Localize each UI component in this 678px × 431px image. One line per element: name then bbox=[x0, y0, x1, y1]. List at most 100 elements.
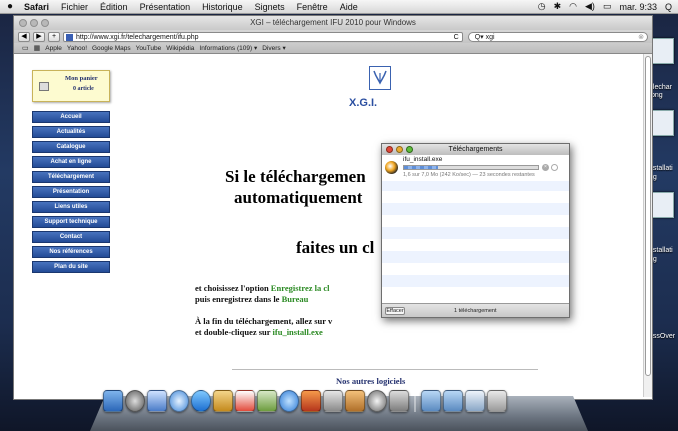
installer-file-icon bbox=[385, 161, 398, 174]
battery-icon[interactable]: ▭ bbox=[603, 1, 612, 12]
nav-nos-references[interactable]: Nos références bbox=[32, 246, 110, 258]
clear-search-icon[interactable]: ⊗ bbox=[638, 33, 644, 42]
menu-fenetre[interactable]: Fenêtre bbox=[291, 2, 334, 12]
download-progress-bar bbox=[403, 165, 539, 170]
downloads-list: ifu_install.exe × 1,6 sur 7,0 Mo (242 Ko… bbox=[382, 155, 569, 304]
ical-icon[interactable] bbox=[235, 390, 255, 412]
divider bbox=[232, 369, 538, 370]
menu-edition[interactable]: Édition bbox=[94, 2, 134, 12]
dashboard-icon[interactable] bbox=[125, 390, 145, 412]
downloads-count: 1 téléchargement bbox=[454, 308, 497, 314]
volume-icon[interactable]: ◀) bbox=[585, 1, 595, 12]
iphoto-icon[interactable] bbox=[257, 390, 277, 412]
add-bookmark-button[interactable]: + bbox=[48, 31, 60, 42]
close-downloads-icon[interactable] bbox=[386, 146, 393, 153]
instruction-line-2: puis enregistrez dans le Bureau bbox=[195, 294, 308, 304]
minimize-window-icon[interactable] bbox=[30, 19, 38, 27]
menu-presentation[interactable]: Présentation bbox=[134, 2, 197, 12]
mail-icon[interactable] bbox=[147, 390, 167, 412]
bookmark-wikipedia[interactable]: Wikipédia bbox=[166, 45, 194, 52]
downloads-titlebar[interactable]: Téléchargements bbox=[382, 144, 569, 155]
zoom-window-icon[interactable] bbox=[41, 19, 49, 27]
bookmark-yahoo[interactable]: Yahoo! bbox=[67, 45, 87, 52]
minimize-downloads-icon[interactable] bbox=[396, 146, 403, 153]
address-text: http://www.xgi.fr/telechargement/ifu.php bbox=[76, 33, 199, 41]
stop-download-icon[interactable]: × bbox=[542, 164, 549, 171]
nav-contact[interactable]: Contact bbox=[32, 231, 110, 243]
system-preferences-icon[interactable] bbox=[389, 390, 409, 412]
back-button[interactable]: ◀ bbox=[18, 31, 30, 42]
cart-icon bbox=[39, 82, 49, 91]
reveal-in-finder-icon[interactable] bbox=[551, 164, 558, 171]
zoom-downloads-icon[interactable] bbox=[406, 146, 413, 153]
reading-list-icon[interactable]: ▭ bbox=[22, 44, 29, 52]
scrollbar-thumb[interactable] bbox=[645, 56, 651, 376]
nav-plan-du-site[interactable]: Plan du site bbox=[32, 261, 110, 273]
bookmark-apple[interactable]: Apple bbox=[45, 45, 62, 52]
spotlight-icon[interactable]: Q bbox=[665, 2, 672, 12]
menu-historique[interactable]: Historique bbox=[196, 2, 249, 12]
cart-box[interactable]: Mon panier 0 article bbox=[32, 70, 110, 102]
bureau-text: Bureau bbox=[281, 294, 309, 304]
nav-support-technique[interactable]: Support technique bbox=[32, 216, 110, 228]
downloads-stack-icon[interactable] bbox=[465, 390, 485, 412]
menu-signets[interactable]: Signets bbox=[249, 2, 291, 12]
instruction-text: et double-cliquez sur bbox=[195, 327, 273, 337]
guitar-app-icon[interactable] bbox=[345, 390, 365, 412]
page-scrollbar[interactable] bbox=[643, 54, 652, 397]
forward-button[interactable]: ▶ bbox=[33, 31, 45, 42]
trash-icon[interactable] bbox=[487, 390, 507, 412]
wifi-icon[interactable]: ◠ bbox=[569, 1, 577, 12]
search-field[interactable]: Q▾ xgi ⊗ bbox=[467, 31, 648, 42]
safari-icon[interactable] bbox=[169, 390, 189, 412]
other-software-link[interactable]: Nos autres logiciels bbox=[336, 376, 405, 386]
nav-liens-utiles[interactable]: Liens utiles bbox=[32, 201, 110, 213]
close-window-icon[interactable] bbox=[19, 19, 27, 27]
bluetooth-icon[interactable]: ✱ bbox=[554, 1, 562, 12]
installer-filename: ifu_install.exe bbox=[272, 327, 323, 337]
menu-fichier[interactable]: Fichier bbox=[55, 2, 94, 12]
finder-icon[interactable] bbox=[103, 390, 123, 412]
bookmark-google-maps[interactable]: Google Maps bbox=[92, 45, 131, 52]
time-machine-icon[interactable]: ◷ bbox=[538, 1, 546, 12]
brand-name: X.G.I. bbox=[349, 97, 378, 109]
site-nav: Accueil Actualités Catalogue Achat en li… bbox=[32, 111, 110, 276]
downloads-title: Téléchargements bbox=[448, 146, 503, 153]
instruction-line-1: et choisissez l'option Enregistrez la cl bbox=[195, 283, 330, 293]
xgi-logo[interactable] bbox=[369, 66, 391, 90]
apple-menu-icon[interactable]: ● bbox=[2, 1, 18, 12]
reload-icon[interactable]: C bbox=[454, 33, 459, 42]
menu-aide[interactable]: Aide bbox=[334, 2, 364, 12]
downloads-window: Téléchargements ifu_install.exe × 1,6 su… bbox=[381, 143, 570, 318]
documents-folder-icon[interactable] bbox=[443, 390, 463, 412]
garageband-icon[interactable] bbox=[323, 390, 343, 412]
photo-booth-icon[interactable] bbox=[301, 390, 321, 412]
search-field-value: Q▾ xgi bbox=[474, 33, 495, 41]
time-machine-dock-icon[interactable] bbox=[367, 390, 387, 412]
download-item[interactable]: ifu_install.exe × 1,6 sur 7,0 Mo (242 Ko… bbox=[382, 155, 569, 181]
nav-achat-en-ligne[interactable]: Achat en ligne bbox=[32, 156, 110, 168]
nav-presentation[interactable]: Présentation bbox=[32, 186, 110, 198]
menu-safari[interactable]: Safari bbox=[18, 2, 55, 12]
nav-accueil[interactable]: Accueil bbox=[32, 111, 110, 123]
bookmark-informations[interactable]: Informations (109) ▾ bbox=[199, 44, 257, 52]
bookmark-youtube[interactable]: YouTube bbox=[136, 45, 162, 52]
address-bar[interactable]: http://www.xgi.fr/telechargement/ifu.php… bbox=[63, 31, 463, 42]
applications-folder-icon[interactable] bbox=[421, 390, 441, 412]
clear-downloads-button[interactable]: Effacer bbox=[385, 307, 405, 315]
nav-actualites[interactable]: Actualités bbox=[32, 126, 110, 138]
menu-bar: ● Safari Fichier Édition Présentation Hi… bbox=[0, 0, 678, 14]
bookmark-divers[interactable]: Divers ▾ bbox=[262, 44, 286, 52]
top-sites-icon[interactable]: ▦ bbox=[34, 44, 41, 52]
menubar-clock[interactable]: mar. 9:33 bbox=[619, 2, 657, 12]
address-book-icon[interactable] bbox=[213, 390, 233, 412]
cart-title: Mon panier bbox=[65, 75, 98, 82]
ichat-icon[interactable] bbox=[191, 390, 211, 412]
instruction-line-4: et double-cliquez sur ifu_install.exe bbox=[195, 327, 323, 337]
itunes-icon[interactable] bbox=[279, 390, 299, 412]
instruction-text: puis enregistrez dans le bbox=[195, 294, 282, 304]
nav-catalogue[interactable]: Catalogue bbox=[32, 141, 110, 153]
window-titlebar[interactable]: XGI – téléchargement IFU 2010 pour Windo… bbox=[14, 16, 652, 30]
nav-telechargement[interactable]: Téléchargement bbox=[32, 171, 110, 183]
cart-count: 0 article bbox=[73, 86, 94, 92]
